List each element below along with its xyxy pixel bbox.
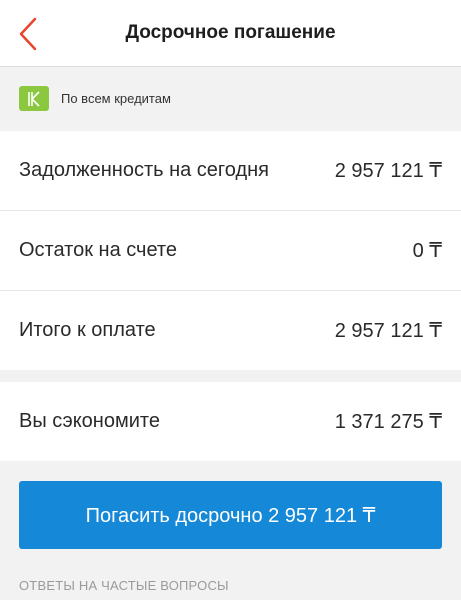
back-button[interactable] [8,12,48,56]
row-label: Остаток на счете [19,239,177,261]
savings-row: Вы сэкономите 1 371 275 ₸ [0,382,461,461]
row-value: 2 957 121 ₸ [334,320,442,342]
row-label: Вы сэкономите [19,410,160,432]
credit-filter[interactable]: По всем кредитам [0,67,461,130]
total-payment-row: Итого к оплате 2 957 121 ₸ [0,291,461,370]
faq-link[interactable]: ОТВЕТЫ НА ЧАСТЫЕ ВОПРОСЫ [19,578,229,593]
row-label: Итого к оплате [19,319,156,341]
early-repayment-button[interactable]: Погасить досрочно 2 957 121 ₸ [19,481,442,549]
filter-label: По всем кредитам [61,91,171,106]
chevron-left-icon [19,17,37,51]
row-value: 2 957 121 ₸ [334,160,442,182]
account-balance-row: Остаток на счете 0 ₸ [0,211,461,290]
row-value: 0 ₸ [412,240,442,262]
row-label: Задолженность на сегодня [19,159,270,181]
debt-today-row: Задолженность на сегодня 2 957 121 ₸ [0,131,461,210]
app-header: Досрочное погашение [0,0,461,67]
letter-k-icon [28,90,40,107]
row-value: 1 371 275 ₸ [334,411,442,433]
credit-badge-icon [19,86,49,111]
page-title: Досрочное погашение [125,22,336,43]
